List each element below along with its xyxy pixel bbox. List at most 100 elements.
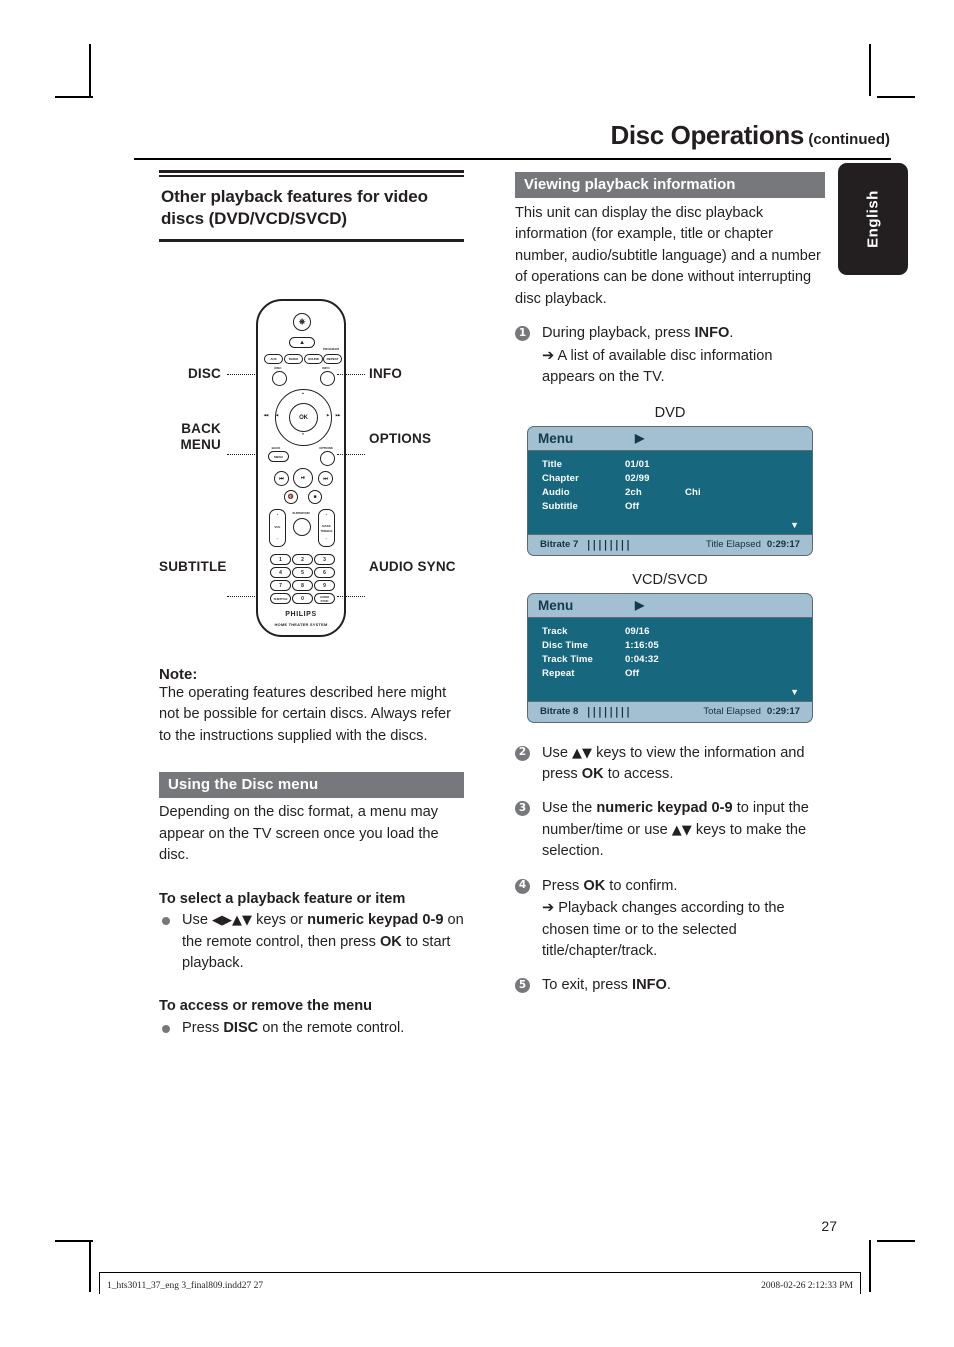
vcd-osd-header: Menu ▶: [528, 593, 812, 618]
vcd-bitrate-label: Bitrate 8: [540, 705, 579, 717]
leader-subtitle: [227, 596, 255, 597]
bass-treble-rocker-icon: + BASS TREBLE −: [318, 509, 335, 547]
vcd-osd-body: Track 09/16 Disc Time 1:16:05 Track Time…: [528, 618, 812, 701]
options-label: OPTIONS: [319, 446, 333, 450]
dvd-osd-panel: Menu ▶ Title 01/01 Chapter 02/99 Audio 2…: [527, 425, 813, 556]
bullet-1-mid: keys or: [252, 912, 308, 929]
bullet-2-bold: DISC: [223, 1019, 259, 1036]
previous-button-icon: ⏮: [274, 471, 289, 486]
philips-logo: PHILIPS: [285, 611, 317, 618]
keypad-0-icon: 0: [292, 593, 313, 604]
chevron-down-icon: ▼: [790, 686, 799, 697]
dvd-osd-menu-label: Menu: [538, 430, 574, 446]
step-2-arrow-keys-icon: ▲▼: [572, 745, 593, 761]
vcd-row-0-key: Track: [542, 626, 568, 637]
dvd-osd-header: Menu ▶: [528, 426, 812, 451]
vcd-osd-row: Disc Time 1:16:05: [528, 639, 812, 653]
step-1: 1 During playback, press INFO. ➔ A list o…: [515, 323, 825, 388]
step-2-number: 2: [515, 745, 530, 761]
step-5-bold: INFO: [632, 977, 667, 994]
step-4-result: Playback changes according to the chosen…: [542, 900, 785, 959]
radio-button-icon: RADIO: [284, 354, 303, 364]
callout-menu: MENU: [180, 437, 221, 452]
vcd-elapsed-label: Total Elapsed: [703, 705, 761, 717]
dvd-osd-footer: Bitrate 7 |||||||| Title Elapsed 0:29:17: [528, 533, 812, 555]
vcd-row-3-value: Off: [625, 668, 640, 679]
vcd-row-3-key: Repeat: [542, 668, 575, 679]
section-heading: Other playback features for video discs …: [161, 187, 428, 229]
program-label: PROGRAM: [323, 347, 339, 351]
step-2-pre: Use: [542, 744, 573, 761]
step-3-arrow-keys-icon: ▲▼: [671, 822, 692, 838]
viewing-playback-band: Viewing playback information: [515, 172, 825, 198]
page-title: Disc Operations (continued): [470, 120, 890, 151]
vcd-row-2-key: Track Time: [542, 654, 593, 665]
prev-track-icon: ◀◀: [263, 413, 269, 417]
dvd-row-1-value: 02/99: [625, 473, 650, 484]
leader-options: [337, 454, 365, 455]
power-button-icon: ⎈: [293, 313, 311, 331]
sound-button-icon: SOUND: [304, 354, 323, 364]
dvd-caption: DVD: [654, 404, 686, 421]
info-button-icon: [320, 371, 335, 386]
volume-rocker-icon: + VOL −: [269, 509, 286, 547]
dvd-osd-row: Chapter 02/99: [528, 472, 812, 486]
arrow-keys-icon: ◀▶▲▼: [212, 913, 253, 929]
eject-button-icon: ▲: [289, 337, 315, 348]
crop-mark-top-right-vertical: [869, 44, 871, 96]
dvd-row-2-value2: Chi: [685, 487, 701, 498]
step-3-number: 3: [515, 801, 530, 817]
subtitle-button-icon: SUBTITLE: [270, 593, 291, 604]
nav-down-icon: ▼: [301, 432, 305, 436]
crop-mark-top-left-vertical: [89, 44, 91, 96]
bullet-1-bold: numeric keypad 0-9: [307, 912, 444, 929]
page-title-main: Disc Operations: [610, 120, 804, 150]
dvd-row-0-value2: [685, 459, 725, 470]
crop-mark-top-right-horizontal: [877, 96, 915, 98]
step-5-post: .: [666, 977, 671, 994]
title-divider: [134, 158, 891, 160]
dvd-osd-body: Title 01/01 Chapter 02/99 Audio 2ch Chi …: [528, 451, 812, 534]
stop-button-icon: ■: [308, 490, 322, 504]
dvd-row-3-value2: [685, 501, 725, 512]
right-column: Viewing playback information This unit c…: [515, 172, 825, 997]
play-triangle-icon: ▶: [635, 598, 645, 612]
select-feature-bullet: Use ◀▶▲▼ keys or numeric keypad 0-9 on t…: [159, 910, 464, 974]
leader-audio-sync: [337, 596, 365, 597]
crop-mark-bottom-left-horizontal: [55, 1240, 93, 1242]
options-button-icon: [320, 451, 335, 466]
step-5-pre: To exit, press: [542, 977, 633, 994]
vcd-caption: VCD/SVCD: [632, 571, 708, 588]
crop-mark-bottom-right-horizontal: [877, 1240, 915, 1242]
vcd-osd-row: Repeat Off: [528, 667, 812, 681]
footer-tick-right: [860, 1272, 861, 1294]
vcd-row-0-value: 09/16: [625, 626, 650, 637]
nav-left-icon: ◀: [275, 413, 279, 417]
step-2: 2 Use ▲▼ keys to view the information and…: [515, 743, 825, 786]
step-1-pre: During playback, press: [542, 325, 695, 342]
keypad-8-icon: 8: [292, 580, 313, 591]
vcd-row-1-value: 1:16:05: [625, 640, 659, 651]
keypad-7-icon: 7: [270, 580, 291, 591]
audio-sync-button-icon: AUDIO SYNC: [314, 593, 335, 604]
chevron-down-icon: ▼: [790, 519, 799, 530]
vcd-osd-footer: Bitrate 8 |||||||| Total Elapsed 0:29:17: [528, 700, 812, 722]
play-triangle-icon: ▶: [635, 431, 645, 445]
disc-button-icon: [272, 371, 287, 386]
bullet-1-ok: OK: [379, 933, 402, 950]
page-title-continued: (continued): [808, 131, 890, 148]
next-track-icon: ▶▶: [335, 413, 341, 417]
step-5: 5 To exit, press INFO.: [515, 975, 825, 996]
step-4-number: 4: [515, 878, 530, 894]
dvd-row-1-value2: [685, 473, 725, 484]
keypad-4-icon: 4: [270, 567, 291, 578]
step-4-post: to confirm.: [605, 877, 678, 894]
using-disc-menu-band: Using the Disc menu: [159, 772, 464, 799]
surround-label: SURROUND: [292, 511, 310, 515]
keypad-2-icon: 2: [292, 554, 313, 565]
keypad-1-icon: 1: [270, 554, 291, 565]
menu-button-icon: MENU: [268, 451, 289, 462]
bullet-dot-icon: [162, 917, 170, 926]
keypad-9-icon: 9: [314, 580, 335, 591]
dvd-bitrate-bars-icon: ||||||||: [585, 537, 631, 551]
